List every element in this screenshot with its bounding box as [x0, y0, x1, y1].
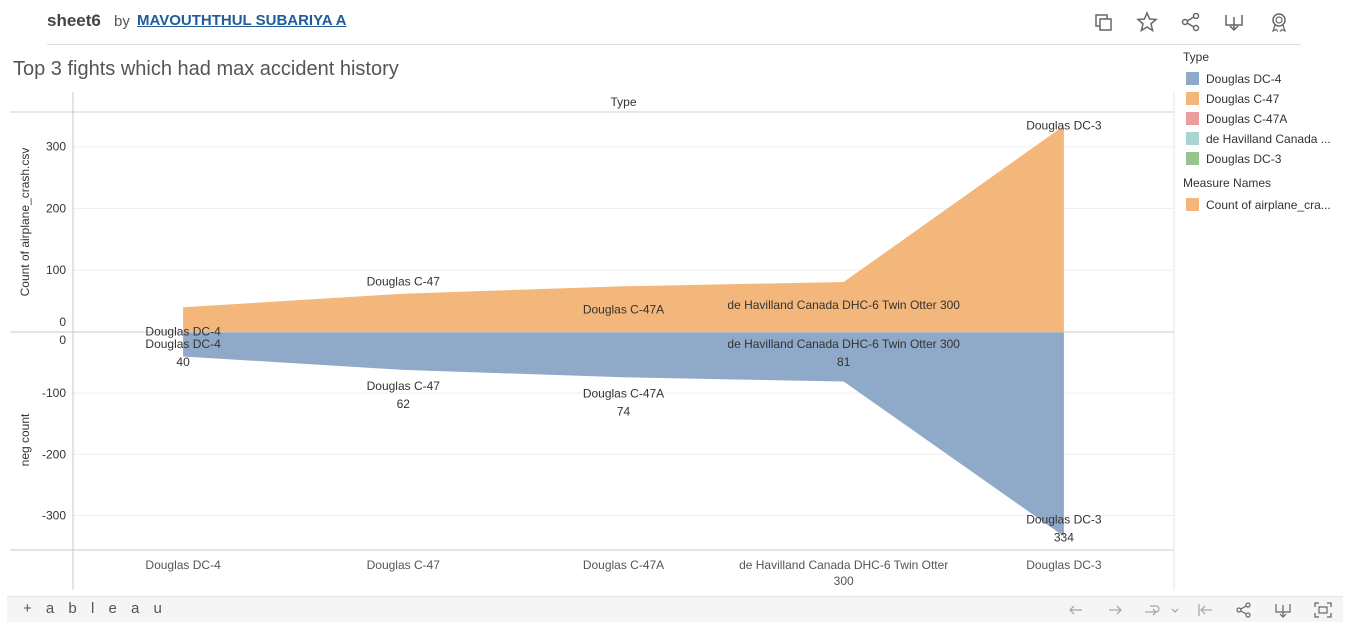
x-tick-label: 300: [834, 574, 854, 588]
top-y-axis-title: Count of airplane_crash.csv: [18, 148, 32, 297]
bottom-y-tick-label: 0: [59, 333, 66, 347]
bottom-data-label: Douglas C-47A: [583, 386, 664, 400]
legend-label: de Havilland Canada ...: [1206, 132, 1331, 146]
top-data-label: Douglas C-47: [367, 275, 441, 289]
area-chart: Type 0 100 200 300 0 -100 -200 -300 Count of airp…: [10, 92, 1175, 590]
top-bar: sheet6 by MAVOUTHTHUL SUBARIYA A: [0, 0, 1349, 45]
top-y-tick-label: 300: [46, 140, 66, 154]
x-tick-label: Douglas C-47: [367, 558, 441, 572]
legend-label: Douglas DC-4: [1206, 72, 1282, 86]
legend-swatch: [1186, 72, 1199, 85]
top-y-tick-label: 200: [46, 201, 66, 215]
legend-swatch: [1186, 92, 1199, 105]
bottom-area-series: [183, 332, 1064, 537]
bottom-data-label: 62: [397, 397, 411, 411]
bottom-data-label: 81: [837, 355, 851, 369]
legend-label: Douglas C-47A: [1206, 112, 1288, 126]
top-data-label: de Havilland Canada DHC-6 Twin Otter 300: [727, 298, 960, 312]
x-tick-label: Douglas DC-3: [1026, 558, 1102, 572]
legend-swatch: [1186, 132, 1199, 145]
bottom-y-axis-title: neg count: [18, 413, 32, 466]
revert-icon[interactable]: [1142, 601, 1182, 619]
column-header-label: Type: [610, 95, 636, 109]
top-data-label: Douglas C-47A: [583, 302, 664, 316]
legend-type-title: Type: [1183, 50, 1210, 64]
share-icon[interactable]: [1179, 10, 1203, 34]
reset-icon[interactable]: [1195, 601, 1215, 619]
legend-label: Douglas DC-3: [1206, 152, 1282, 166]
redo-icon[interactable]: [1105, 601, 1125, 619]
bottom-data-label: Douglas DC-4: [145, 337, 221, 351]
bottom-data-label: 334: [1054, 530, 1074, 544]
bottom-y-tick-label: -300: [42, 508, 66, 522]
bottom-data-label: 74: [617, 404, 631, 418]
x-tick-label: de Havilland Canada DHC-6 Twin Otter: [739, 558, 948, 572]
bottom-y-tick-label: -200: [42, 447, 66, 461]
legend-swatch: [1186, 152, 1199, 165]
x-tick-label: Douglas C-47A: [583, 558, 664, 572]
sheet-name: sheet6: [47, 11, 101, 30]
duplicate-icon[interactable]: [1091, 10, 1115, 34]
top-data-label: Douglas DC-3: [1026, 119, 1102, 133]
bottom-data-label: Douglas C-47: [367, 379, 441, 393]
legend-item-dc3[interactable]: Douglas DC-3: [1183, 149, 1343, 169]
tableau-logo[interactable]: + a b l e a u: [23, 600, 167, 617]
legend-swatch: [1186, 112, 1199, 125]
bottom-data-label: de Havilland Canada DHC-6 Twin Otter 300: [727, 337, 960, 351]
download-icon[interactable]: [1273, 601, 1293, 619]
header-divider: [47, 44, 1301, 45]
legend-measure-title: Measure Names: [1183, 176, 1272, 190]
top-y-tick-label: 0: [59, 315, 66, 329]
legend-item-c47[interactable]: Douglas C-47: [1183, 89, 1343, 109]
legend-item-measure[interactable]: Count of airplane_cra...: [1183, 195, 1343, 215]
download-icon[interactable]: [1222, 10, 1246, 34]
sheet-title: Top 3 fights which had max accident hist…: [13, 58, 399, 80]
legend-label: Douglas C-47: [1206, 92, 1280, 106]
legend-label: Count of airplane_cra...: [1206, 198, 1331, 212]
legend-item-dhc6[interactable]: de Havilland Canada ...: [1183, 129, 1343, 149]
author-link[interactable]: MAVOUTHTHUL SUBARIYA A: [137, 12, 346, 29]
bottom-data-label: Douglas DC-3: [1026, 512, 1102, 526]
bottom-data-label: 40: [176, 355, 190, 369]
fullscreen-icon[interactable]: [1313, 601, 1333, 619]
x-tick-label: Douglas DC-4: [145, 558, 221, 572]
legend: Type Douglas DC-4 Douglas C-47 Douglas C…: [1183, 50, 1343, 215]
legend-item-c47a[interactable]: Douglas C-47A: [1183, 109, 1343, 129]
by-label: by: [114, 13, 130, 30]
legend-item-dc4[interactable]: Douglas DC-4: [1183, 69, 1343, 89]
legend-swatch: [1186, 198, 1199, 211]
badge-icon[interactable]: [1267, 10, 1291, 34]
bottom-y-tick-label: -100: [42, 386, 66, 400]
undo-icon[interactable]: [1066, 601, 1086, 619]
share-icon[interactable]: [1234, 601, 1254, 619]
top-y-tick-label: 100: [46, 263, 66, 277]
footer-toolbar: + a b l e a u: [7, 596, 1343, 622]
star-icon[interactable]: [1135, 10, 1159, 34]
